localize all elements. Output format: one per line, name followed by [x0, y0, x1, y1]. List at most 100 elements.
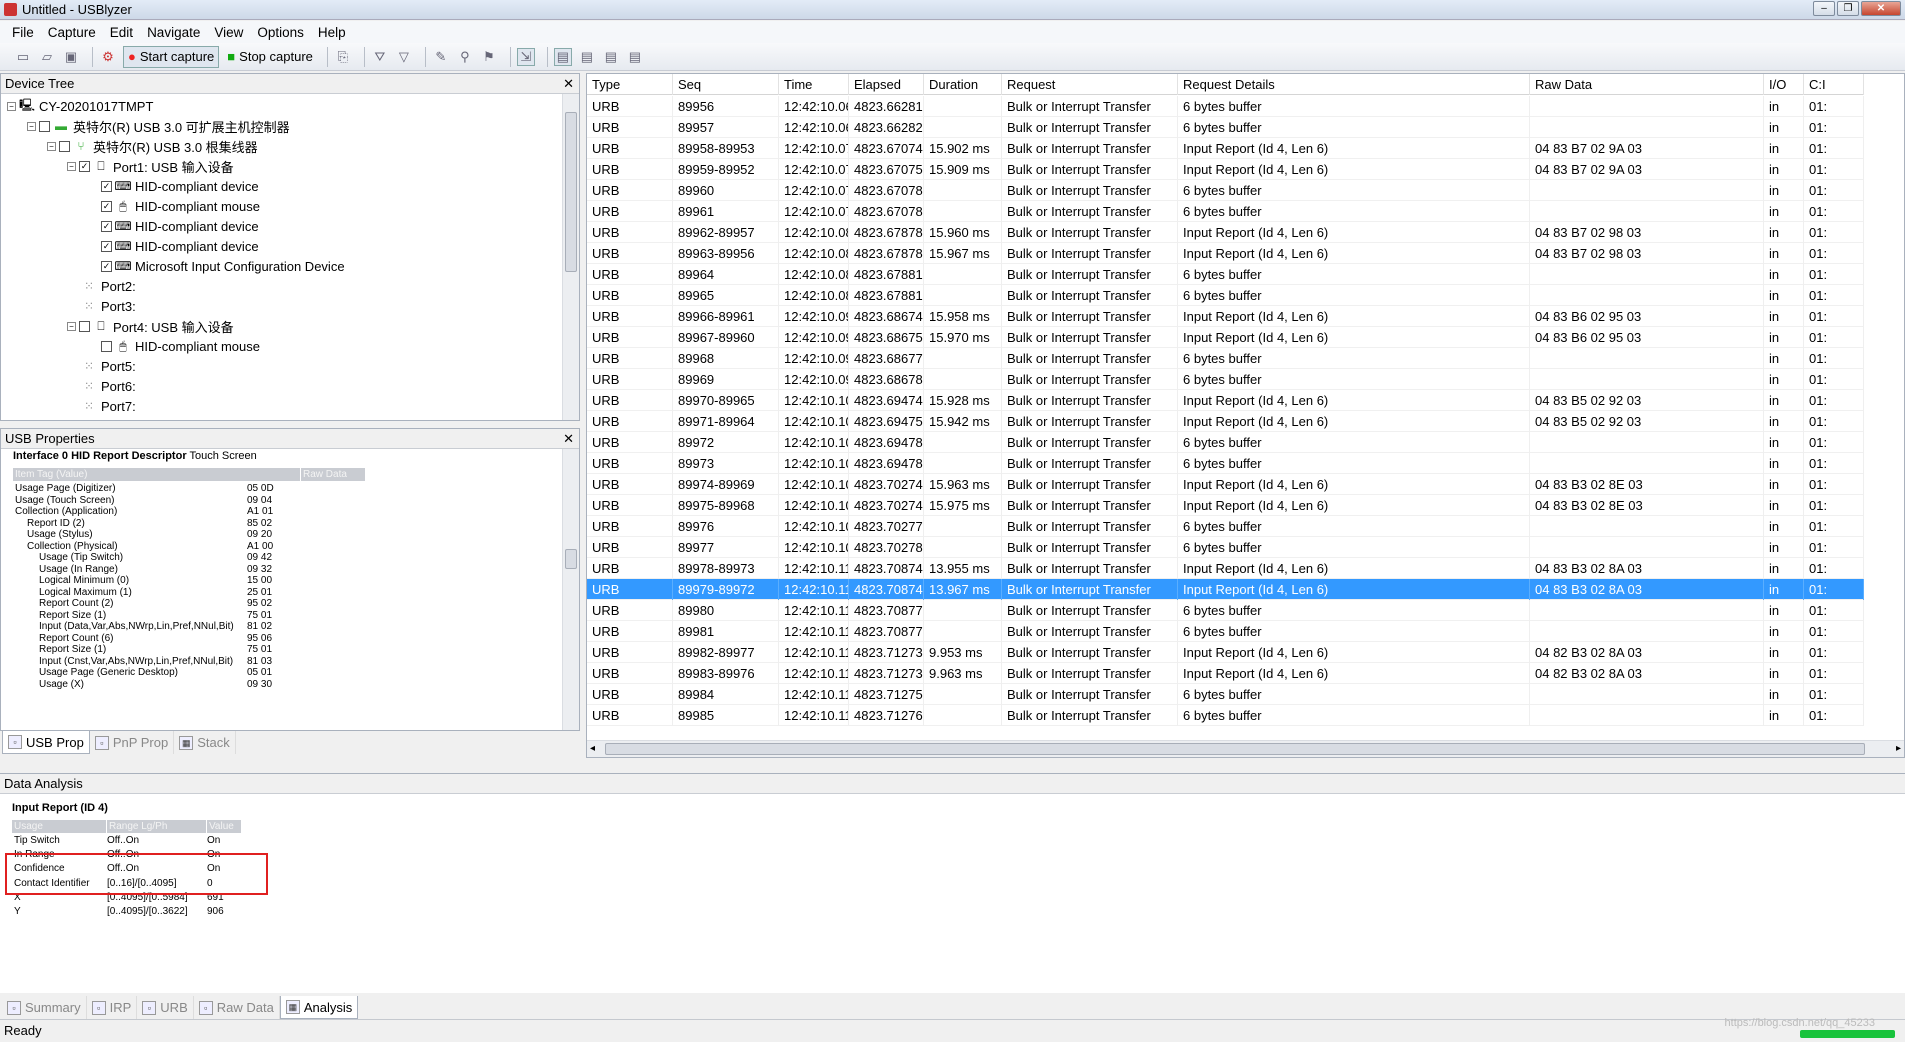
tab-urb[interactable]: ▫ URB [137, 996, 194, 1019]
column-header[interactable]: Type [587, 74, 673, 95]
checkbox[interactable] [59, 140, 70, 152]
column-header[interactable]: Request Details [1178, 74, 1530, 95]
property-row[interactable]: Usage Page (Digitizer) 05 0D [11, 483, 296, 495]
highlight-icon[interactable]: ✎ [432, 48, 450, 66]
tree-node-port2[interactable]: ⁙ Port2: [81, 276, 136, 296]
analysis-row[interactable]: Y [0..4095]/[0..3622] 906 [0, 905, 300, 919]
tree-node-hid-mouse[interactable]: 🖱 HID-compliant mouse [101, 336, 260, 356]
collapse-icon[interactable]: − [27, 121, 36, 131]
table-row[interactable]: URB8998512:42:10.1184823.71276... Bulk or… [587, 705, 1864, 726]
table-row[interactable]: URB89971-8996412:42:10.1004823.69475...1… [587, 411, 1864, 432]
checkbox[interactable]: ✓ [101, 180, 112, 192]
collapse-icon[interactable]: − [67, 161, 76, 171]
tree-node-port5[interactable]: ⁙ Port5: [81, 356, 136, 376]
property-row[interactable]: Usage Page (Generic Desktop) 05 01 [11, 667, 296, 679]
checkbox[interactable]: ✓ [79, 160, 90, 172]
usb-properties-scrollbar[interactable] [562, 449, 579, 730]
collapse-icon[interactable]: − [7, 101, 16, 111]
layout-2-icon[interactable]: ▤ [578, 48, 596, 66]
table-row[interactable]: URB8998112:42:10.1154823.70877... Bulk or… [587, 621, 1864, 642]
tree-node-hid-device[interactable]: ✓ ⌨ HID-compliant device [101, 236, 259, 256]
table-row[interactable]: URB8996112:42:10.0764823.67078... Bulk or… [587, 201, 1864, 222]
tab-analysis[interactable]: ▦ Analysis [279, 996, 359, 1019]
table-row[interactable]: URB8997212:42:10.1004823.69478... Bulk or… [587, 432, 1864, 453]
tree-node-port3[interactable]: ⁙ Port3: [81, 296, 136, 316]
tab-pnp-prop[interactable]: ▫ PnP Prop [90, 731, 175, 754]
menu-navigate[interactable]: Navigate [147, 25, 200, 40]
table-row[interactable]: URB8995712:42:10.0694823.66282... Bulk or… [587, 117, 1864, 138]
property-row[interactable]: Usage (Stylus) 09 20 [11, 529, 296, 541]
bookmark-icon[interactable]: ⚑ [480, 48, 498, 66]
table-row[interactable]: URB89982-8997712:42:10.1184823.71273...9… [587, 642, 1864, 663]
stop-capture-button[interactable]: ■ Stop capture [223, 46, 317, 68]
table-row[interactable]: URB89983-8997612:42:10.1184823.71273...9… [587, 663, 1864, 684]
table-row[interactable]: URB8997712:42:10.1094823.70278... Bulk or… [587, 537, 1864, 558]
checkbox[interactable]: ✓ [101, 220, 112, 232]
checkbox[interactable]: ✓ [101, 260, 112, 272]
property-row[interactable]: Report Count (2) 95 02 [11, 598, 296, 610]
table-row[interactable]: URB8998412:42:10.1184823.71275... Bulk or… [587, 684, 1864, 705]
table-row[interactable]: URB8996812:42:10.0924823.68677... Bulk or… [587, 348, 1864, 369]
menu-capture[interactable]: Capture [48, 25, 96, 40]
table-row[interactable]: URB89978-8997312:42:10.1144823.70874...1… [587, 558, 1864, 579]
tab-summary[interactable]: ▫ Summary [2, 996, 87, 1019]
table-row[interactable]: URB8997612:42:10.1094823.70277... Bulk or… [587, 516, 1864, 537]
usb-properties-close-icon[interactable]: ✕ [563, 429, 574, 449]
checkbox[interactable] [79, 320, 90, 332]
table-row[interactable]: URB89975-8996812:42:10.1084823.70274...1… [587, 495, 1864, 516]
layout-1-icon[interactable]: ▤ [553, 47, 572, 66]
urb-grid-hscrollbar[interactable]: ◂ ▸ [587, 740, 1904, 757]
save-icon[interactable]: ▣ [62, 48, 80, 66]
column-header[interactable]: C:I [1804, 74, 1864, 95]
table-row[interactable]: URB89959-8995212:42:10.0764823.67075...1… [587, 159, 1864, 180]
column-header[interactable]: Time [779, 74, 849, 95]
menu-edit[interactable]: Edit [110, 25, 133, 40]
property-row[interactable]: Report Size (1) 75 01 [11, 644, 296, 656]
start-capture-button[interactable]: ● Start capture [123, 45, 220, 68]
checkbox[interactable] [101, 340, 112, 352]
autoscroll-icon[interactable]: ⇲ [516, 47, 535, 66]
new-file-icon[interactable]: ▭ [14, 48, 32, 66]
property-row[interactable]: Collection (Physical) A1 00 [11, 541, 296, 553]
property-row[interactable]: Logical Maximum (1) 25 01 [11, 587, 296, 599]
device-tree-scrollbar[interactable] [562, 94, 579, 420]
filter-icon[interactable]: ▽ [395, 48, 413, 66]
table-row[interactable]: URB89963-8995612:42:10.0854823.67878...1… [587, 243, 1864, 264]
device-tree-close-icon[interactable]: ✕ [563, 74, 574, 94]
tree-node-port7[interactable]: ⁙ Port7: [81, 396, 136, 416]
scrollbar-thumb[interactable] [565, 549, 577, 569]
table-row[interactable]: URB8996912:42:10.0924823.68678... Bulk or… [587, 369, 1864, 390]
scrollbar-thumb[interactable] [565, 112, 577, 272]
table-row[interactable]: URB89958-8995312:42:10.0764823.67074...1… [587, 138, 1864, 159]
tree-node-host-controller[interactable]: − ▬ 英特尔(R) USB 3.0 可扩展主机控制器 [27, 116, 290, 136]
property-row[interactable]: Usage (X) 09 30 [11, 679, 296, 691]
tree-node-port6[interactable]: ⁙ Port6: [81, 376, 136, 396]
layout-3-icon[interactable]: ▤ [602, 48, 620, 66]
collapse-icon[interactable]: − [47, 141, 56, 151]
property-row[interactable]: Logical Minimum (0) 15 00 [11, 575, 296, 587]
tree-node-hid-mouse[interactable]: ✓ 🖱 HID-compliant mouse [101, 196, 260, 216]
tab-stack[interactable]: ▦ Stack [174, 731, 236, 754]
property-row[interactable]: Collection (Application) A1 01 [11, 506, 296, 518]
scrollbar-thumb[interactable] [605, 743, 1865, 755]
property-row[interactable]: Report Count (6) 95 06 [11, 633, 296, 645]
table-row[interactable]: URB8998012:42:10.1154823.70877... Bulk or… [587, 600, 1864, 621]
menu-help[interactable]: Help [318, 25, 346, 40]
scroll-right-icon[interactable]: ▸ [1896, 741, 1901, 756]
tree-node-root-hub[interactable]: − ⑂ 英特尔(R) USB 3.0 根集线器 [47, 136, 258, 156]
collapse-icon[interactable]: − [67, 321, 76, 331]
tree-node-port1[interactable]: − ✓ ⎕ Port1: USB 输入设备 [67, 156, 234, 176]
property-row[interactable]: Report ID (2) 85 02 [11, 518, 296, 530]
checkbox[interactable]: ✓ [101, 200, 112, 212]
close-button[interactable]: ✕ [1861, 1, 1901, 16]
tree-node-computer[interactable]: − 🖳 CY-20201017TMPT [7, 96, 153, 116]
find-icon[interactable]: ⚲ [456, 48, 474, 66]
checkbox[interactable] [39, 120, 50, 132]
export-icon[interactable]: ⎘ [334, 48, 352, 66]
column-header[interactable]: Raw Data [1530, 74, 1764, 95]
tree-node-hid-device[interactable]: ✓ ⌨ HID-compliant device [101, 176, 259, 196]
tab-raw-data[interactable]: ▫ Raw Data [194, 996, 280, 1019]
maximize-button[interactable]: ❐ [1837, 1, 1859, 16]
menu-view[interactable]: View [214, 25, 243, 40]
layout-4-icon[interactable]: ▤ [626, 48, 644, 66]
